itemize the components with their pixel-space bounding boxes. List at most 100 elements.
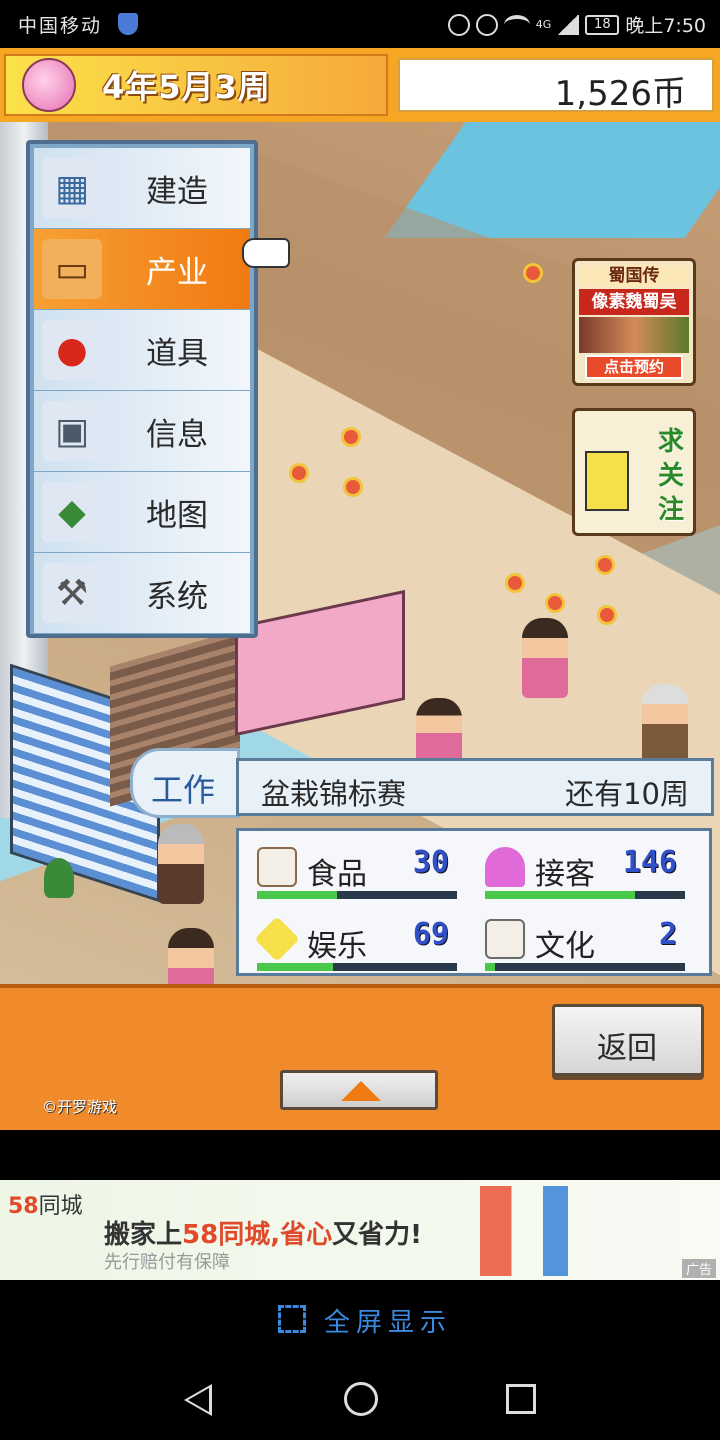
nfc-icon — [447, 13, 470, 36]
cherry-blossom-icon — [22, 58, 76, 112]
stat-food: 食品 30 — [239, 839, 457, 899]
building-icon: ▦ — [42, 158, 102, 218]
banner-headline-highlight: 58同城,省心 — [182, 1220, 333, 1250]
banner-headline: 搬家上58同城,省心又省力! — [104, 1214, 422, 1251]
signal-icon — [557, 14, 580, 35]
stat-culture: 文化 2 — [467, 911, 685, 971]
date-label: 4年5月3周 — [102, 68, 271, 106]
tree — [44, 858, 74, 898]
fullscreen-icon — [278, 1305, 306, 1333]
money-panel: 1,526币 — [398, 58, 714, 114]
flower — [526, 266, 540, 280]
rice-ball-icon — [257, 847, 297, 887]
fullscreen-label: 全屏显示 — [324, 1308, 453, 1338]
event-name: 盆栽锦标赛 — [261, 777, 407, 811]
flower — [598, 558, 612, 572]
money-label: 1,526币 — [554, 74, 686, 114]
fullscreen-bar[interactable]: 全屏显示 — [0, 1280, 720, 1360]
copyright: ©开罗游戏 — [42, 1098, 118, 1116]
stat-bar-fill — [485, 963, 495, 971]
banner-logo-text: 同城 — [38, 1194, 83, 1219]
menu-item-items[interactable]: ● 道具 — [34, 310, 250, 390]
carrier-label: 中国移动 — [18, 15, 103, 37]
battery-icon: 18 — [585, 14, 620, 35]
ad-title: 蜀国传 — [579, 265, 689, 287]
stat-value: 30 — [412, 845, 449, 880]
nav-home-icon[interactable] — [344, 1382, 378, 1416]
stat-name: 食品 — [307, 857, 367, 892]
person[interactable] — [642, 684, 688, 764]
stat-service: 接客 146 — [467, 839, 685, 899]
stat-bar — [257, 963, 457, 971]
tools-icon: ⚒ — [42, 563, 102, 623]
menu-item-system[interactable]: ⚒ 系统 — [34, 553, 250, 633]
stat-value: 2 — [658, 917, 677, 952]
stat-bar-fill — [257, 963, 333, 971]
fruit-icon: ● — [42, 320, 102, 380]
stat-bar-fill — [257, 891, 337, 899]
flower — [508, 576, 522, 590]
menu-item-info[interactable]: ▣ 信息 — [34, 391, 250, 471]
banner-headline-post: 又省力! — [332, 1220, 422, 1250]
menu-item-map[interactable]: ◆ 地图 — [34, 472, 250, 552]
back-button[interactable]: 返回 — [552, 1004, 704, 1076]
stat-value: 69 — [412, 917, 449, 952]
map-icon: ◆ — [42, 482, 102, 542]
banner-ad[interactable]: 58同城 搬家上58同城,省心又省力! 先行赔付有保障 广告 — [0, 1180, 720, 1280]
menu-item-build[interactable]: ▦ 建造 — [34, 148, 250, 228]
stat-name: 娱乐 — [307, 929, 367, 964]
ad-subtitle: 像素魏蜀吴 — [579, 289, 689, 315]
banner-logo-num: 58 — [8, 1194, 39, 1219]
arrow-up-icon — [341, 1081, 381, 1101]
status-icons: 4G 18 晚上7:50 — [447, 11, 706, 38]
computer-icon: ▣ — [42, 401, 102, 461]
flower — [344, 430, 358, 444]
person[interactable] — [158, 824, 204, 904]
job-tab-label: 工作 — [151, 771, 216, 809]
status-bar: 中国移动 4G 18 晚上7:50 — [0, 0, 720, 48]
stat-entertainment: 娱乐 69 — [239, 911, 457, 971]
ad-artwork — [579, 317, 689, 353]
flower — [346, 480, 360, 494]
date-panel: 4年5月3周 — [4, 54, 388, 116]
nav-recents-icon[interactable] — [506, 1384, 536, 1414]
event-bar: 盆栽锦标赛 还有10周 — [236, 758, 714, 816]
top-bar: 4年5月3周 1,526币 — [0, 48, 720, 122]
mascot-icon — [585, 451, 629, 511]
signboard-icon: ▭ — [42, 239, 102, 299]
stat-bar — [485, 963, 685, 971]
stat-name: 接客 — [535, 857, 595, 892]
stat-bar — [485, 891, 685, 899]
banner-logo: 58同城 — [8, 1188, 83, 1220]
nav-back-icon[interactable] — [184, 1384, 212, 1416]
flower — [548, 596, 562, 610]
network-type: 4G — [535, 18, 552, 31]
banner-artwork — [480, 1186, 690, 1276]
follow-label: 求关注 — [657, 427, 684, 525]
shield-icon — [118, 13, 138, 35]
clock: 晚上7:50 — [625, 15, 706, 37]
menu-item-industry[interactable]: ▭ 产业 — [34, 229, 250, 309]
person[interactable] — [522, 618, 568, 698]
sparkle-icon — [254, 916, 300, 962]
stat-value: 146 — [622, 845, 677, 880]
stats-panel: 食品 30 接客 146 娱乐 69 文化 2 — [236, 828, 712, 976]
stat-bar-fill — [485, 891, 635, 899]
stat-name: 文化 — [535, 929, 595, 964]
ad-tag[interactable]: 广告 — [681, 1259, 716, 1278]
ad-cta-button[interactable]: 点击预约 — [585, 355, 683, 379]
flower — [292, 466, 306, 480]
side-ad-follow[interactable]: 求关注 — [572, 408, 696, 536]
expand-up-button[interactable] — [280, 1070, 438, 1110]
back-button-label: 返回 — [597, 1031, 657, 1066]
menu-item-label: 建造 — [146, 173, 208, 210]
job-tab[interactable]: 工作 — [130, 748, 240, 818]
stat-bar — [257, 891, 457, 899]
wifi-icon — [503, 14, 530, 35]
side-ad-game[interactable]: 蜀国传 像素魏蜀吴 点击预约 — [572, 258, 696, 386]
pointer-hand-icon — [242, 238, 290, 268]
banner-headline-pre: 搬家上 — [104, 1220, 183, 1250]
main-menu: ▦ 建造 ▭ 产业 ● 道具 ▣ 信息 ◆ 地图 ⚒ 系统 — [26, 140, 258, 638]
menu-item-label: 地图 — [146, 497, 208, 534]
alarm-icon — [475, 13, 498, 36]
